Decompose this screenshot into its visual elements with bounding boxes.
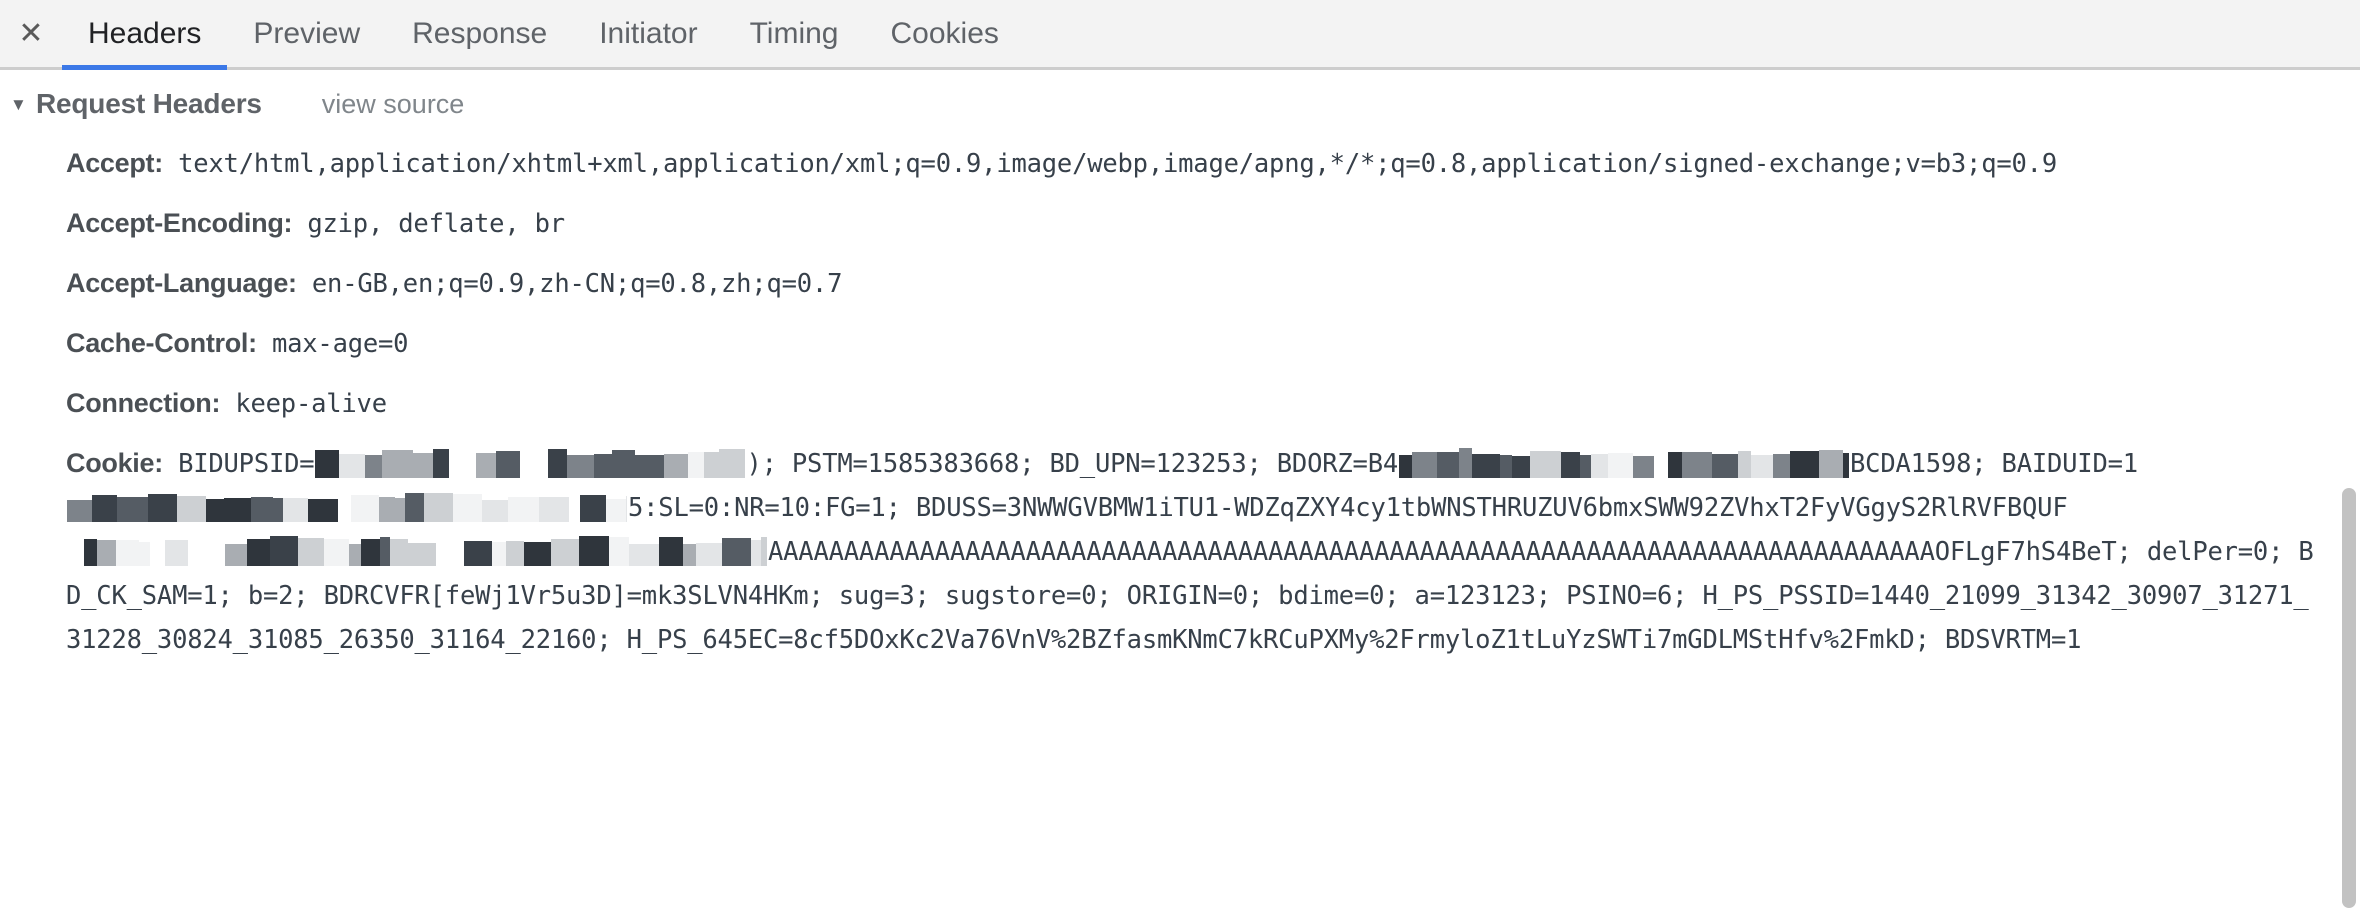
headers-list: Accept: text/html,application/xhtml+xml,…	[0, 142, 2360, 662]
header-value: max-age=0	[256, 329, 409, 359]
redacted-value	[67, 492, 627, 522]
header-value: text/html,application/xhtml+xml,applicat…	[162, 149, 2057, 179]
scrollbar[interactable]	[2338, 70, 2360, 915]
header-row: Accept-Language: en-GB,en;q=0.9,zh-CN;q=…	[0, 262, 2360, 306]
scrollbar-thumb[interactable]	[2342, 488, 2356, 908]
chevron-down-icon[interactable]: ▼	[10, 96, 36, 113]
header-row-cookie: Cookie: BIDUPSID= ); PSTM=1585383668; BD_…	[0, 442, 2360, 662]
header-name: Accept:	[66, 148, 163, 178]
request-headers-section-header: ▼ Request Headers view source	[0, 70, 2360, 126]
request-headers-panel: ▼ Request Headers view source Accept: te…	[0, 70, 2360, 915]
cookie-text-segment: BIDUPSID=	[178, 449, 315, 479]
view-source-link[interactable]: view source	[322, 89, 465, 120]
close-icon[interactable]: ✕	[0, 0, 62, 69]
header-value: gzip, deflate, br	[292, 209, 565, 239]
page-title: Request Headers	[36, 88, 262, 119]
header-row: Cache-Control: max-age=0	[0, 322, 2360, 366]
header-name: Cache-Control:	[66, 328, 257, 358]
network-detail-tabbar: ✕ Headers Preview Response Initiator Timing C…	[0, 0, 2360, 70]
header-value: en-GB,en;q=0.9,zh-CN;q=0.8,zh;q=0.7	[296, 269, 843, 299]
header-value-cookie: BIDUPSID= ); PSTM=1585383668; BD_UPN=1232…	[66, 448, 2314, 655]
tab-headers[interactable]: Headers	[62, 0, 227, 69]
cookie-text-segment: 5:SL=0:NR=10:FG=1; BDUSS=3NWWGVBMW1iTU1-…	[628, 493, 2068, 523]
redacted-value	[1399, 448, 1850, 478]
header-name: Accept-Language:	[66, 268, 297, 298]
tab-list: Headers Preview Response Initiator Timing Coo…	[62, 0, 1025, 69]
tab-cookies[interactable]: Cookies	[865, 0, 1025, 69]
cookie-text-segment: ); PSTM=1585383668; BD_UPN=123253; BDORZ…	[746, 449, 1399, 479]
tab-initiator[interactable]: Initiator	[573, 0, 723, 69]
header-name: Accept-Encoding:	[66, 208, 293, 238]
redacted-value	[67, 536, 767, 566]
header-value: keep-alive	[220, 389, 387, 419]
header-name: Connection:	[66, 388, 221, 418]
tab-response[interactable]: Response	[386, 0, 573, 69]
header-row: Accept: text/html,application/xhtml+xml,…	[0, 142, 2360, 186]
header-row: Accept-Encoding: gzip, deflate, br	[0, 202, 2360, 246]
header-row: Connection: keep-alive	[0, 382, 2360, 426]
redacted-value	[315, 448, 746, 478]
cookie-text-segment: BCDA1598; BAIDUID=1	[1850, 449, 2138, 479]
header-name: Cookie:	[66, 448, 163, 478]
tab-timing[interactable]: Timing	[724, 0, 865, 69]
tab-preview[interactable]: Preview	[227, 0, 386, 69]
